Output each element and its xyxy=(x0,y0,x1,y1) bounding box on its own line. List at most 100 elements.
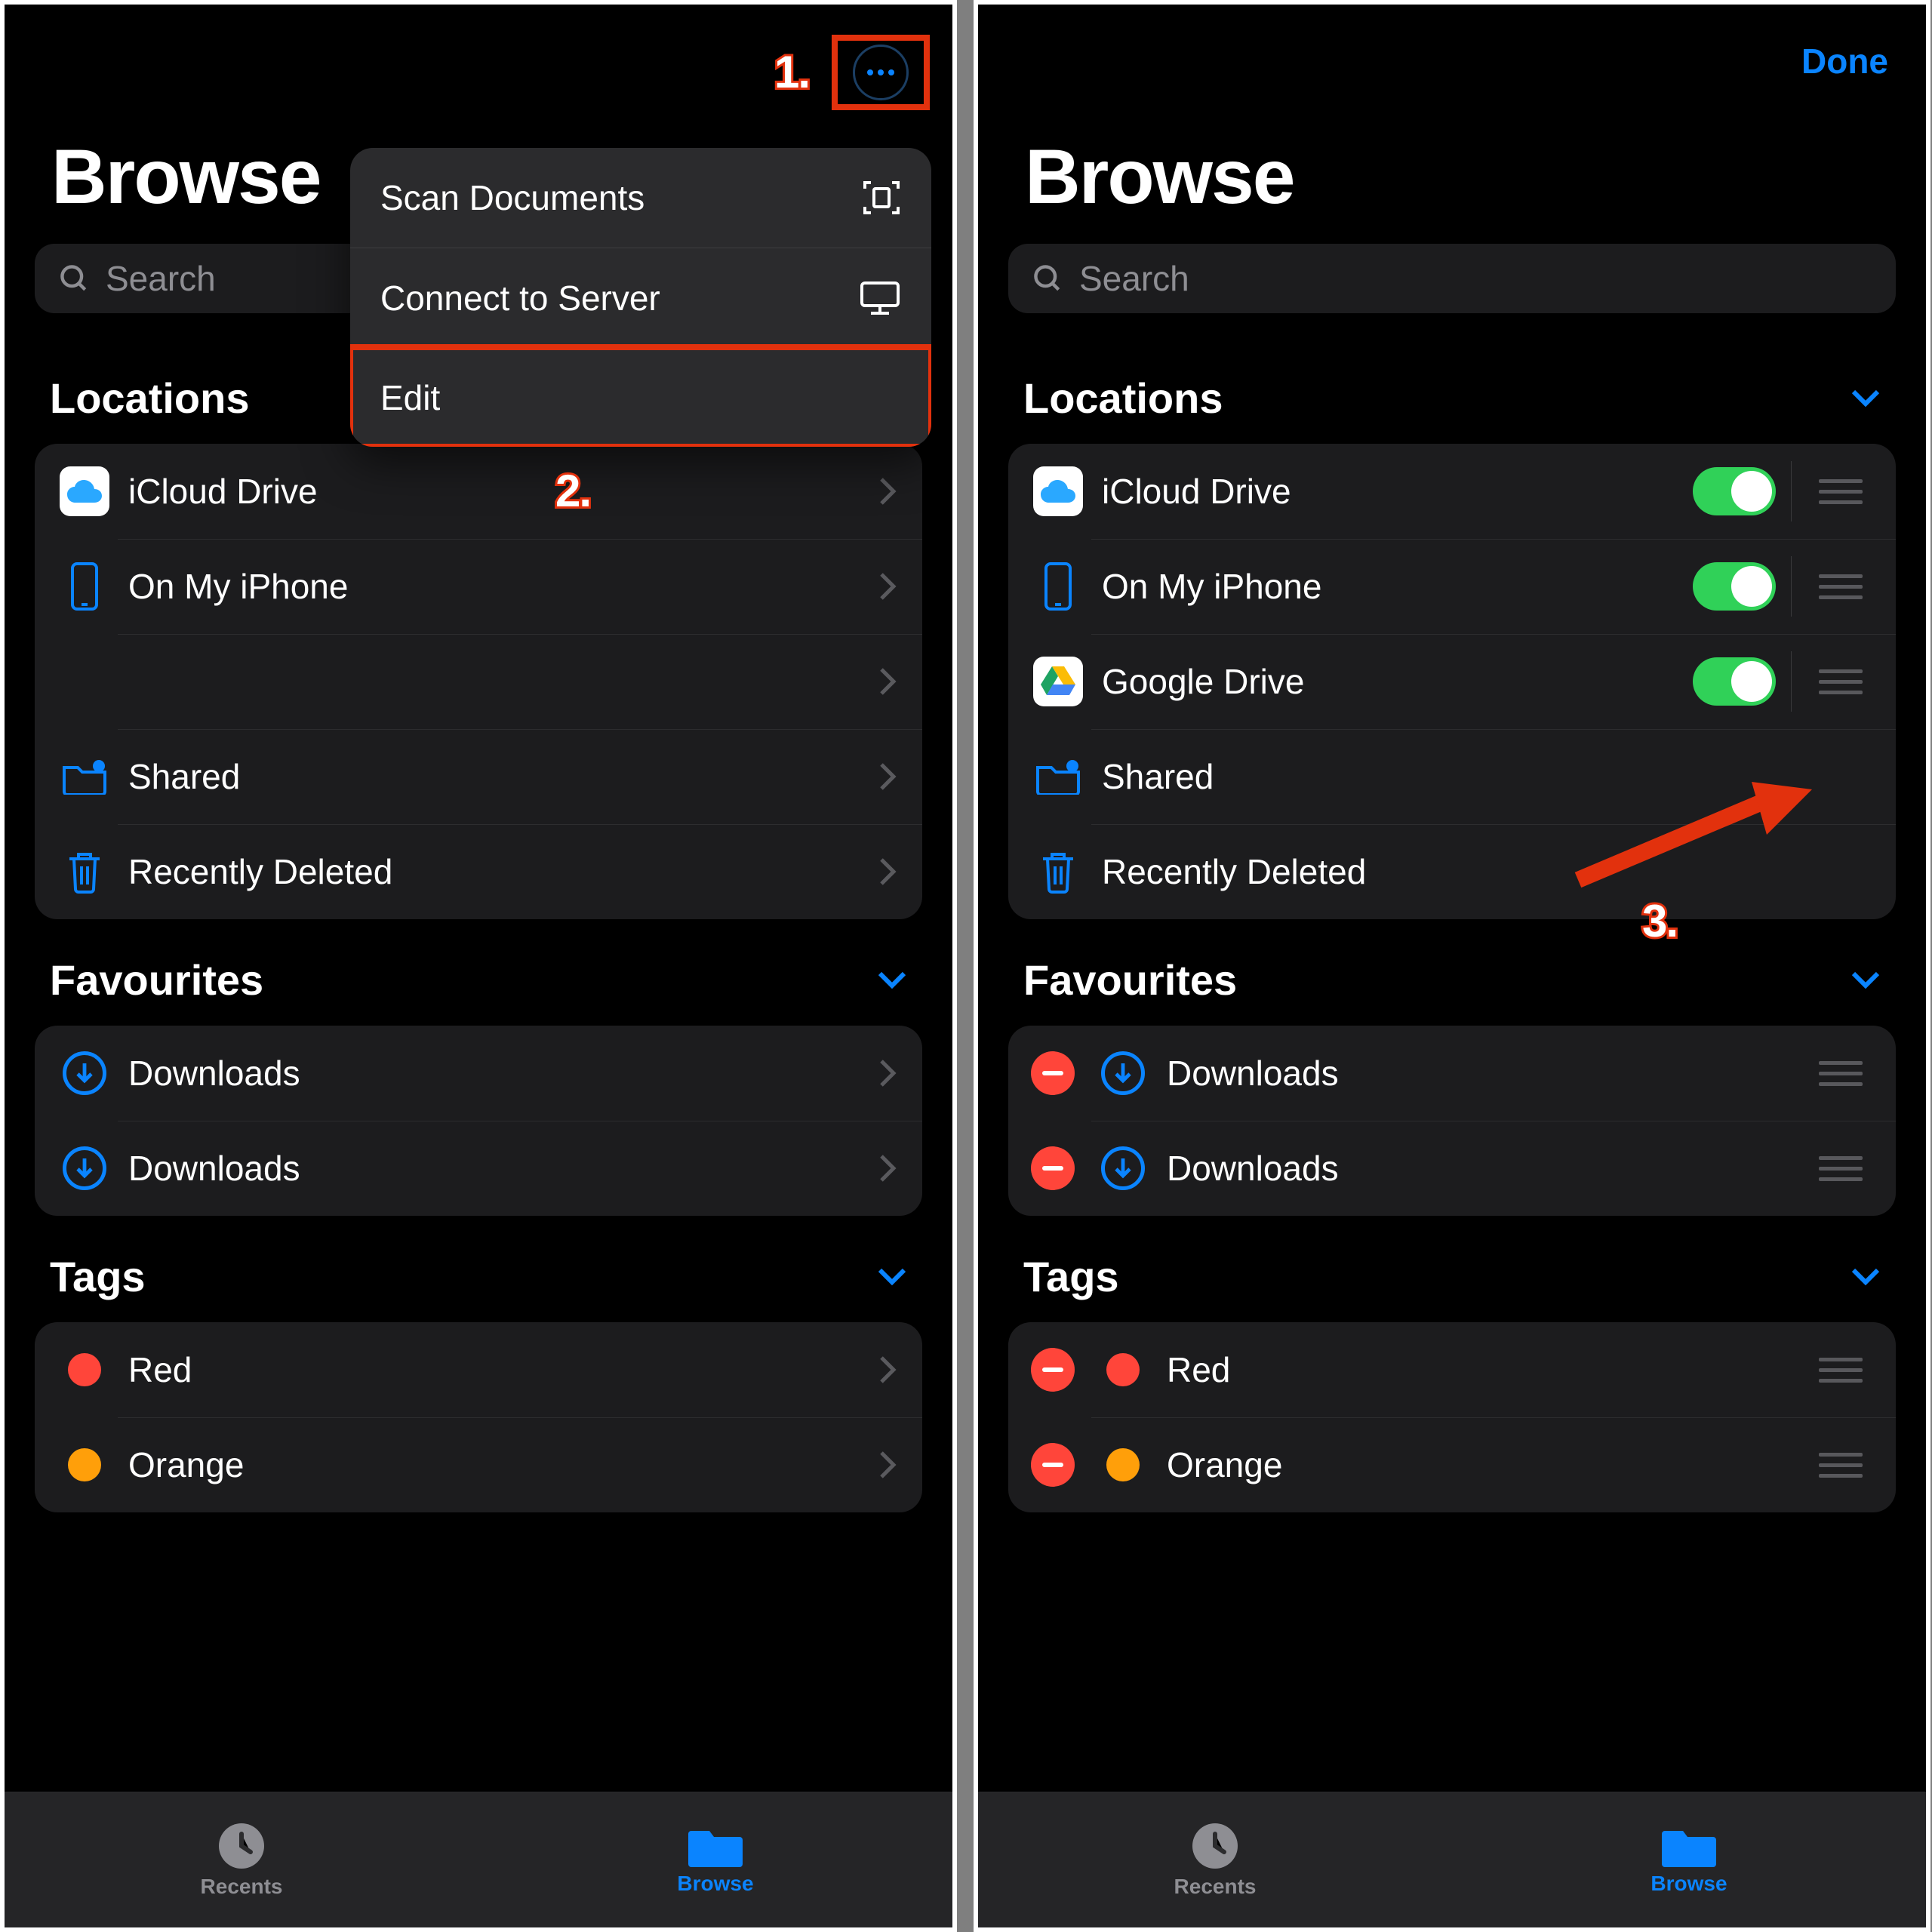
tags-list: Red Orange xyxy=(1008,1322,1896,1512)
document-scan-icon xyxy=(862,178,901,217)
done-button[interactable]: Done xyxy=(1801,41,1896,82)
remove-button[interactable] xyxy=(1031,1146,1075,1190)
location-icloud-drive[interactable]: iCloud Drive xyxy=(35,444,922,539)
gdrive-icon xyxy=(1033,657,1083,706)
folder-icon xyxy=(1662,1825,1716,1867)
reorder-handle-icon[interactable] xyxy=(1811,574,1870,599)
tag-dot-icon xyxy=(68,1448,101,1481)
tab-bar: Recents Browse xyxy=(978,1792,1926,1927)
chevron-right-icon xyxy=(878,1450,897,1480)
search-input[interactable]: Search xyxy=(1008,244,1896,313)
icloud-icon xyxy=(60,466,109,516)
locations-list: iCloud Drive On My iPhone Google Drive xyxy=(1008,444,1896,919)
annotation-2: 2. xyxy=(555,465,590,517)
menu-edit[interactable]: Edit xyxy=(350,347,931,447)
topbar: Done xyxy=(978,5,1926,118)
screenshot-edit-mode: Done Browse Search Locations iCloud Driv… xyxy=(974,0,1930,1932)
chevron-down-icon xyxy=(1850,971,1881,990)
annotation-3: 3. xyxy=(1642,895,1677,947)
location-google-drive[interactable]: Google Drive xyxy=(1008,634,1896,729)
topbar xyxy=(5,5,952,118)
tags-header[interactable]: Tags xyxy=(5,1216,952,1322)
location-shared[interactable]: Shared xyxy=(35,729,922,824)
favourite-downloads[interactable]: Downloads xyxy=(1008,1026,1896,1121)
chevron-right-icon xyxy=(878,761,897,792)
location-on-my-iphone[interactable]: On My iPhone xyxy=(35,539,922,634)
tab-recents[interactable]: Recents xyxy=(5,1792,478,1927)
reorder-handle-icon[interactable] xyxy=(1811,479,1870,504)
toggle-on-my-iphone[interactable] xyxy=(1693,562,1776,611)
favourites-header[interactable]: Favourites xyxy=(978,919,1926,1026)
reorder-handle-icon[interactable] xyxy=(1811,1453,1870,1478)
clock-icon xyxy=(217,1822,266,1870)
chevron-right-icon xyxy=(878,666,897,697)
chevron-down-icon xyxy=(877,1267,907,1287)
chevron-right-icon xyxy=(878,1355,897,1385)
locations-list: iCloud Drive On My iPhone Shared xyxy=(35,444,922,919)
menu-scan-documents[interactable]: Scan Documents xyxy=(350,148,931,248)
search-placeholder: Search xyxy=(106,258,216,299)
toggle-icloud-drive[interactable] xyxy=(1693,467,1776,515)
tags-header[interactable]: Tags xyxy=(978,1216,1926,1322)
tags-list: Red Orange xyxy=(35,1322,922,1512)
more-menu: Scan Documents Connect to Server Edit xyxy=(350,148,931,447)
remove-button[interactable] xyxy=(1031,1443,1075,1487)
trash-icon xyxy=(1031,850,1085,894)
favourites-list: Downloads Downloads xyxy=(1008,1026,1896,1216)
tag-dot-icon xyxy=(68,1353,101,1386)
tag-red[interactable]: Red xyxy=(35,1322,922,1417)
remove-button[interactable] xyxy=(1031,1051,1075,1095)
iphone-icon xyxy=(57,562,112,611)
favourites-header[interactable]: Favourites xyxy=(5,919,952,1026)
download-icon xyxy=(1101,1051,1145,1095)
reorder-handle-icon[interactable] xyxy=(1811,669,1870,694)
tab-browse[interactable]: Browse xyxy=(1452,1792,1926,1927)
shared-folder-icon xyxy=(1031,758,1085,795)
favourites-list: Downloads Downloads xyxy=(35,1026,922,1216)
reorder-handle-icon[interactable] xyxy=(1811,1358,1870,1383)
chevron-right-icon xyxy=(878,476,897,506)
favourite-downloads[interactable]: Downloads xyxy=(35,1121,922,1216)
location-shared[interactable]: Shared xyxy=(1008,729,1896,824)
tag-red[interactable]: Red xyxy=(1008,1322,1896,1417)
tag-orange[interactable]: Orange xyxy=(1008,1417,1896,1512)
chevron-right-icon xyxy=(878,1153,897,1183)
tag-orange[interactable]: Orange xyxy=(35,1417,922,1512)
tab-recents[interactable]: Recents xyxy=(978,1792,1452,1927)
annotation-1: 1. xyxy=(774,46,809,98)
chevron-down-icon xyxy=(1850,389,1881,408)
location-recently-deleted[interactable]: Recently Deleted xyxy=(35,824,922,919)
clock-icon xyxy=(1191,1822,1239,1870)
tab-bar: Recents Browse xyxy=(5,1792,952,1927)
location-blank[interactable] xyxy=(35,634,922,729)
chevron-right-icon xyxy=(878,1058,897,1088)
location-on-my-iphone[interactable]: On My iPhone xyxy=(1008,539,1896,634)
more-menu-button[interactable] xyxy=(853,45,909,100)
menu-connect-to-server[interactable]: Connect to Server xyxy=(350,248,931,347)
download-icon xyxy=(63,1051,106,1095)
screenshot-before: 1. Browse Search Locations iCloud Drive … xyxy=(0,0,957,1932)
chevron-right-icon xyxy=(878,857,897,887)
tab-browse[interactable]: Browse xyxy=(478,1792,952,1927)
reorder-handle-icon[interactable] xyxy=(1811,1061,1870,1086)
favourite-downloads[interactable]: Downloads xyxy=(35,1026,922,1121)
location-recently-deleted[interactable]: Recently Deleted xyxy=(1008,824,1896,919)
favourite-downloads[interactable]: Downloads xyxy=(1008,1121,1896,1216)
reorder-handle-icon[interactable] xyxy=(1811,1156,1870,1181)
download-icon xyxy=(63,1146,106,1190)
locations-header[interactable]: Locations xyxy=(978,343,1926,444)
chevron-down-icon xyxy=(1850,1267,1881,1287)
search-icon xyxy=(1031,262,1064,295)
toggle-google-drive[interactable] xyxy=(1693,657,1776,706)
iphone-icon xyxy=(1031,562,1085,611)
page-title: Browse xyxy=(978,118,1926,244)
chevron-right-icon xyxy=(878,571,897,601)
tag-dot-icon xyxy=(1106,1448,1140,1481)
trash-icon xyxy=(57,850,112,894)
folder-icon xyxy=(688,1825,743,1867)
search-placeholder: Search xyxy=(1079,258,1189,299)
remove-button[interactable] xyxy=(1031,1348,1075,1392)
location-icloud-drive[interactable]: iCloud Drive xyxy=(1008,444,1896,539)
download-icon xyxy=(1101,1146,1145,1190)
shared-folder-icon xyxy=(57,758,112,795)
